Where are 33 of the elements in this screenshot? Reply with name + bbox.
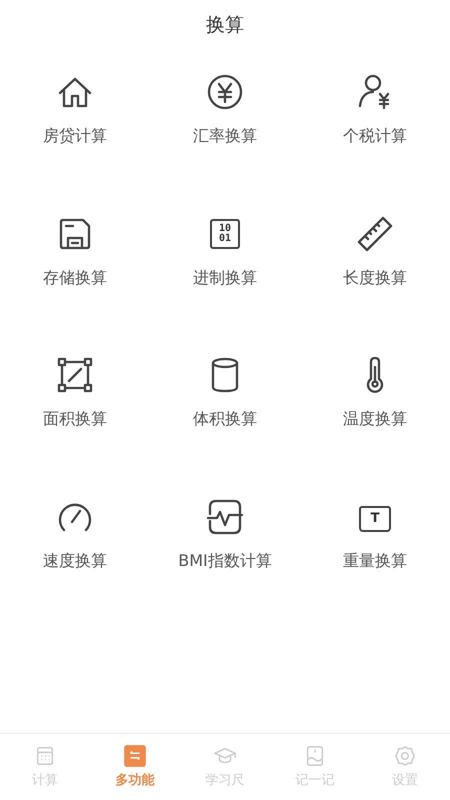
tool-label: 进制换算 xyxy=(193,268,257,288)
weight-icon: T xyxy=(359,506,391,532)
yen-coin-icon xyxy=(205,72,245,112)
tool-label: 存储换算 xyxy=(43,268,107,288)
tool-item[interactable]: BMI指数计算 xyxy=(150,496,300,638)
tool-item[interactable]: T 重量换算 xyxy=(300,496,450,638)
tool-label: 重量换算 xyxy=(343,550,407,572)
tool-label: 温度换算 xyxy=(343,409,407,430)
tool-item[interactable]: 房贷计算 xyxy=(0,72,150,214)
note-icon xyxy=(304,745,326,767)
tool-item[interactable]: 个税计算 xyxy=(300,72,450,214)
tool-label: BMI指数计算 xyxy=(178,550,272,572)
area-icon xyxy=(55,355,95,395)
tool-item[interactable]: 存储换算 xyxy=(0,214,150,355)
tool-label: 体积换算 xyxy=(193,409,257,430)
tool-item[interactable]: 温度换算 xyxy=(300,355,450,496)
tool-label: 个税计算 xyxy=(343,126,407,147)
tool-label: 汇率换算 xyxy=(193,126,257,147)
tool-label: 面积换算 xyxy=(43,409,107,430)
swap-icon xyxy=(124,745,146,767)
tool-label: 房贷计算 xyxy=(43,126,107,147)
tool-label: 长度换算 xyxy=(343,268,407,288)
page-title: 换算 xyxy=(206,13,244,36)
tool-item[interactable]: 10 01 进制换算 xyxy=(150,214,300,355)
tool-item[interactable]: 面积换算 xyxy=(0,355,150,496)
binary-icon: 10 01 xyxy=(210,218,240,248)
tool-item[interactable]: 体积换算 xyxy=(150,355,300,496)
tool-label: 速度换算 xyxy=(43,550,107,572)
settings-icon xyxy=(394,745,416,767)
calculator-icon xyxy=(34,745,56,767)
tool-item[interactable]: 长度换算 xyxy=(300,214,450,355)
tool-item[interactable]: 汇率换算 xyxy=(150,72,300,214)
tool-item[interactable]: 速度换算 xyxy=(0,496,150,638)
